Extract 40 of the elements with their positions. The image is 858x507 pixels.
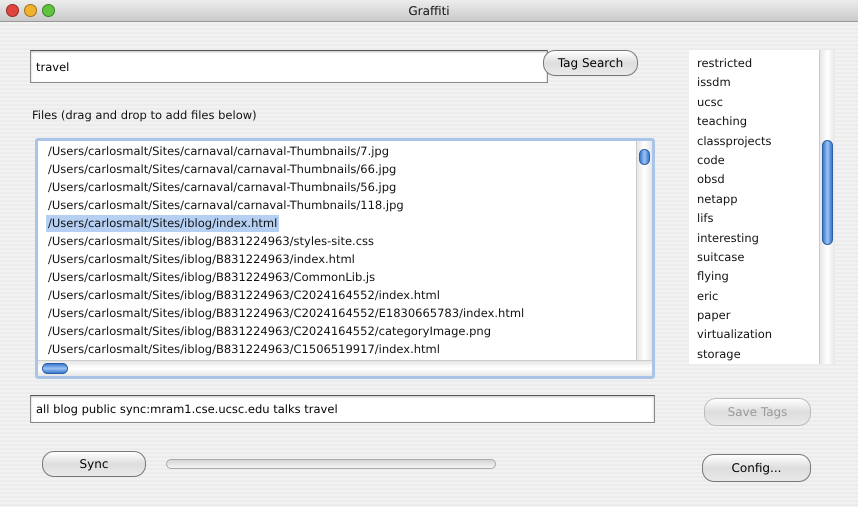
zoom-button[interactable] (42, 4, 55, 17)
tag-item[interactable]: eric (697, 288, 718, 303)
tag-item[interactable]: restricted (697, 56, 752, 70)
file-row[interactable]: /Users/carlosmalt/Sites/iblog/index.html (46, 215, 280, 232)
vertical-scrollbar[interactable] (636, 141, 652, 360)
file-row[interactable]: /Users/carlosmalt/Sites/iblog/B831224963/C2024164552/index.html (48, 288, 440, 302)
file-row[interactable]: /Users/carlosmalt/Sites/carnaval/carnaval-Thumbnails/118.jpg (48, 198, 404, 212)
tag-item[interactable]: flying (697, 269, 729, 284)
tag-item[interactable]: virtualization (697, 327, 772, 342)
file-row[interactable]: /Users/carlosmalt/Sites/iblog/B831224963/C2024164552/E1830665783/index.html (48, 306, 524, 320)
window-title: Graffiti (408, 2, 450, 20)
tag-item[interactable]: teaching (697, 114, 748, 128)
file-row[interactable]: /Users/carlosmalt/Sites/iblog/B831224963/index.html (48, 252, 355, 266)
tag-item[interactable]: suitcase (697, 250, 744, 264)
horizontal-scrollbar[interactable] (38, 360, 652, 376)
tag-item[interactable]: interesting (697, 230, 759, 245)
vertical-scrollbar[interactable] (819, 50, 835, 364)
tag-item[interactable]: issdm (697, 75, 731, 90)
tags-field[interactable]: all blog public sync:mram1.cse.ucsc.edu talks travel (30, 395, 655, 424)
tag-item[interactable]: obsd (697, 172, 725, 186)
tag-item[interactable]: paper (697, 308, 730, 322)
tag-item[interactable]: lifs (697, 211, 714, 226)
close-button[interactable] (6, 4, 19, 17)
file-row[interactable]: /Users/carlosmalt/Sites/carnaval/carnaval-Thumbnails/56.jpg (48, 180, 396, 194)
file-row[interactable]: /Users/carlosmalt/Sites/iblog/B831224963/styles-site.css (48, 234, 374, 248)
search-field[interactable]: travel (30, 50, 548, 83)
file-row[interactable]: /Users/carlosmalt/Sites/carnaval/carnaval-Thumbnails/7.jpg (48, 144, 390, 158)
tag-item[interactable]: netapp (697, 192, 738, 206)
sync-button[interactable]: Sync (42, 451, 146, 478)
files-label: Files (drag and drop to add files below) (32, 108, 257, 122)
config-button[interactable]: Config... (702, 454, 811, 482)
tag-item[interactable]: code (697, 152, 725, 167)
tag-item[interactable]: storage (697, 346, 741, 361)
file-row[interactable]: /Users/carlosmalt/Sites/iblog/B831224963/C2024164552/categoryImage.png (48, 324, 492, 338)
tag-item[interactable]: ucsc (697, 94, 723, 109)
file-row[interactable]: /Users/carlosmalt/Sites/iblog/B831224963/CommonLib.js (48, 270, 376, 284)
tag-item[interactable]: classprojects (697, 134, 772, 148)
file-row[interactable]: /Users/carlosmalt/Sites/iblog/B831224963/C1506519917/index.html (48, 342, 440, 356)
minimize-button[interactable] (24, 4, 37, 17)
file-row[interactable]: /Users/carlosmalt/Sites/carnaval/carnaval-Thumbnails/66.jpg (48, 162, 396, 176)
